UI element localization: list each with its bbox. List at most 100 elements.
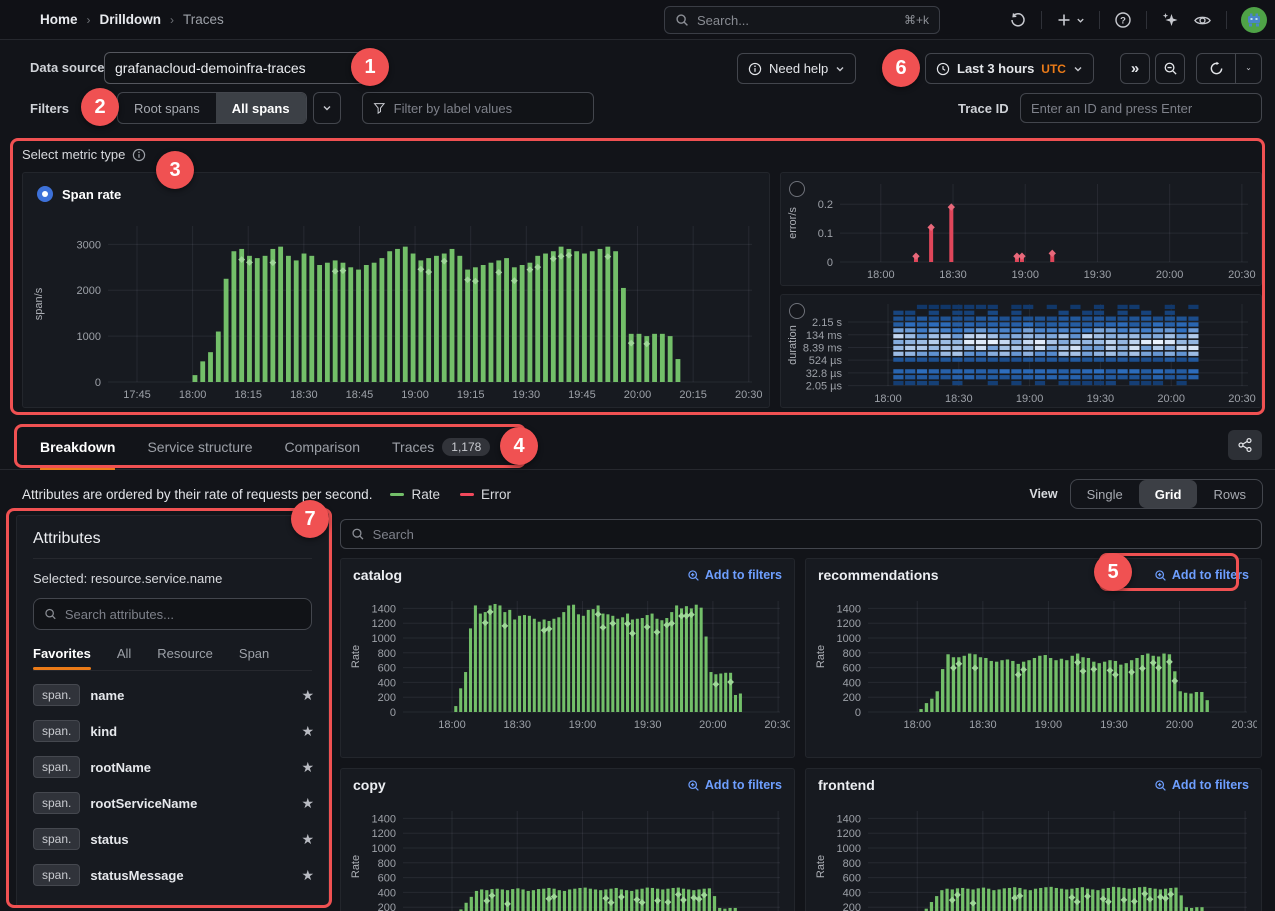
add-new-button[interactable] (1056, 12, 1085, 28)
info-circle-icon[interactable] (132, 148, 146, 162)
attributes-tab-bar: Favorites All Resource Span (33, 646, 312, 671)
attr-tab-span[interactable]: Span (239, 646, 269, 670)
attr-tab-resource[interactable]: Resource (157, 646, 213, 670)
attr-tab-favorites[interactable]: Favorites (33, 646, 91, 670)
duration-heatmap[interactable]: 18:00 18:30 19:00 19:30 20:00 20:30 2.15 s 134 … (784, 296, 1258, 406)
svg-text:18:00: 18:00 (867, 269, 895, 281)
add-to-filters-link[interactable]: Add to filters (1154, 568, 1249, 582)
svg-text:200: 200 (843, 692, 861, 704)
list-item[interactable]: span. kind ★ (17, 713, 328, 749)
svg-text:600: 600 (843, 873, 861, 885)
breadcrumb-drilldown[interactable]: Drilldown (100, 12, 162, 27)
span-rate-radio[interactable] (37, 186, 53, 202)
favorite-star-icon[interactable]: ★ (301, 723, 314, 740)
tab-service-structure[interactable]: Service structure (147, 424, 252, 470)
timezone-label[interactable]: UTC (1041, 62, 1066, 76)
list-item[interactable]: span. name ★ (17, 677, 328, 713)
frontend-chart[interactable]: 020040060080010001200140018:0018:3019:00… (812, 803, 1257, 911)
breakdown-search-input[interactable] (340, 519, 1262, 549)
breadcrumb-chevron-icon: › (170, 12, 175, 27)
favorite-star-icon[interactable]: ★ (301, 687, 314, 704)
catalog-chart[interactable]: 0 200 400 600 800 1000 1200 1400 18:00 18:30 19:00… (347, 593, 790, 753)
filter-by-label-input[interactable] (362, 92, 594, 124)
chevron-down-icon (1074, 66, 1082, 71)
add-to-filters-link[interactable]: Add to filters (1154, 778, 1249, 792)
tab-comparison[interactable]: Comparison (285, 424, 360, 470)
svg-text:20:30: 20:30 (1231, 719, 1257, 731)
zoom-out-button[interactable] (1155, 53, 1185, 84)
refresh-icon (1210, 61, 1222, 75)
search-attributes-input[interactable] (33, 598, 312, 630)
svg-text:0: 0 (827, 257, 833, 269)
view-single[interactable]: Single (1071, 480, 1139, 508)
favorite-star-icon[interactable]: ★ (301, 831, 314, 848)
errors-chart[interactable]: 0 0.1 0.2 18:00 18:30 19:00 19:30 20:00 20:30 err… (784, 174, 1258, 284)
time-range-picker[interactable]: Last 3 hours UTC (925, 53, 1094, 84)
svg-text:19:00: 19:00 (401, 389, 429, 401)
all-spans-option[interactable]: All spans (215, 93, 306, 123)
search-icon (675, 13, 689, 27)
list-item[interactable]: span. statusMessage ★ (17, 857, 328, 893)
list-item[interactable]: span. status ★ (17, 821, 328, 857)
favorite-star-icon[interactable]: ★ (301, 795, 314, 812)
legend-rate[interactable]: Rate (390, 487, 440, 502)
tab-traces[interactable]: Traces 1,178 (392, 424, 491, 470)
avatar[interactable] (1241, 7, 1267, 33)
svg-text:18:30: 18:30 (290, 389, 318, 401)
share-icon (1238, 437, 1252, 453)
filters-label: Filters (30, 101, 70, 116)
favorite-star-icon[interactable]: ★ (301, 759, 314, 776)
attribute-scope-chip: span. (33, 828, 81, 850)
svg-text:18:30: 18:30 (969, 719, 997, 731)
attr-tab-all[interactable]: All (117, 646, 131, 670)
span-scope-dropdown[interactable] (312, 92, 341, 124)
breadcrumb-home[interactable]: Home (40, 12, 78, 27)
span-rate-chart[interactable]: 0 1000 2000 3000 17:45 18:00 18:15 18:30 18:45 19… (30, 216, 762, 402)
clock-icon (936, 62, 950, 75)
view-grid[interactable]: Grid (1138, 480, 1198, 508)
chevron-down-icon (1077, 18, 1084, 23)
legend-error[interactable]: Error (459, 487, 511, 502)
history-icon[interactable] (1009, 11, 1027, 29)
svg-text:8.39 ms: 8.39 ms (803, 342, 843, 354)
ordering-note: Attributes are ordered by their rate of … (22, 486, 373, 502)
attribute-name: name (90, 687, 125, 703)
svg-text:span/s: span/s (33, 287, 45, 320)
help-icon[interactable]: ? (1114, 11, 1132, 29)
breadcrumb-chevron-icon: › (86, 12, 91, 27)
list-item[interactable]: span. rootName ★ (17, 749, 328, 785)
refresh-button[interactable] (1196, 53, 1236, 84)
catalog-panel: catalog Add to filters 0 200 400 600 800 1000… (340, 558, 795, 758)
trace-id-input[interactable] (1020, 93, 1262, 123)
list-item[interactable]: span. rootServiceName ★ (17, 785, 328, 821)
svg-text:18:45: 18:45 (346, 389, 374, 401)
divider (1146, 11, 1147, 29)
span-scope-segmented-control: Root spans All spans (117, 92, 307, 124)
attribute-scope-chip: span. (33, 684, 81, 706)
svg-text:18:30: 18:30 (503, 719, 531, 731)
share-button[interactable] (1228, 430, 1262, 460)
add-to-filters-link[interactable]: Add to filters (687, 778, 782, 792)
tab-breakdown[interactable]: Breakdown (40, 424, 116, 470)
copy-panel: copy Add to filters 02004006008001000120… (340, 768, 795, 911)
recommendations-chart[interactable]: 0 200 400 600 800 1000 1200 1400 18:00 18:30 19:00… (812, 593, 1257, 753)
copy-chart[interactable]: 020040060080010001200140018:0018:3019:00… (347, 803, 790, 911)
callout-5: 5 (1094, 553, 1132, 591)
view-rows[interactable]: Rows (1197, 480, 1262, 508)
svg-text:20:00: 20:00 (624, 389, 652, 401)
rate-legend-swatch (390, 492, 405, 496)
add-to-filters-link[interactable]: Add to filters (687, 568, 782, 582)
data-source-picker[interactable]: grafanacloud-demoinfra-traces (104, 52, 372, 84)
time-forward-button[interactable]: » (1120, 53, 1150, 84)
svg-text:19:45: 19:45 (568, 389, 596, 401)
need-help-button[interactable]: Need help (737, 53, 857, 84)
svg-text:19:00: 19:00 (569, 719, 597, 731)
refresh-interval-dropdown[interactable] (1236, 53, 1262, 84)
ai-sparkles-icon[interactable] (1161, 11, 1179, 29)
root-spans-option[interactable]: Root spans (118, 93, 216, 123)
svg-text:1400: 1400 (372, 813, 396, 825)
favorite-star-icon[interactable]: ★ (301, 867, 314, 884)
global-search-input[interactable]: Search... ⌘+k (664, 6, 940, 34)
eye-icon[interactable] (1193, 11, 1212, 30)
svg-text:1400: 1400 (837, 603, 861, 615)
